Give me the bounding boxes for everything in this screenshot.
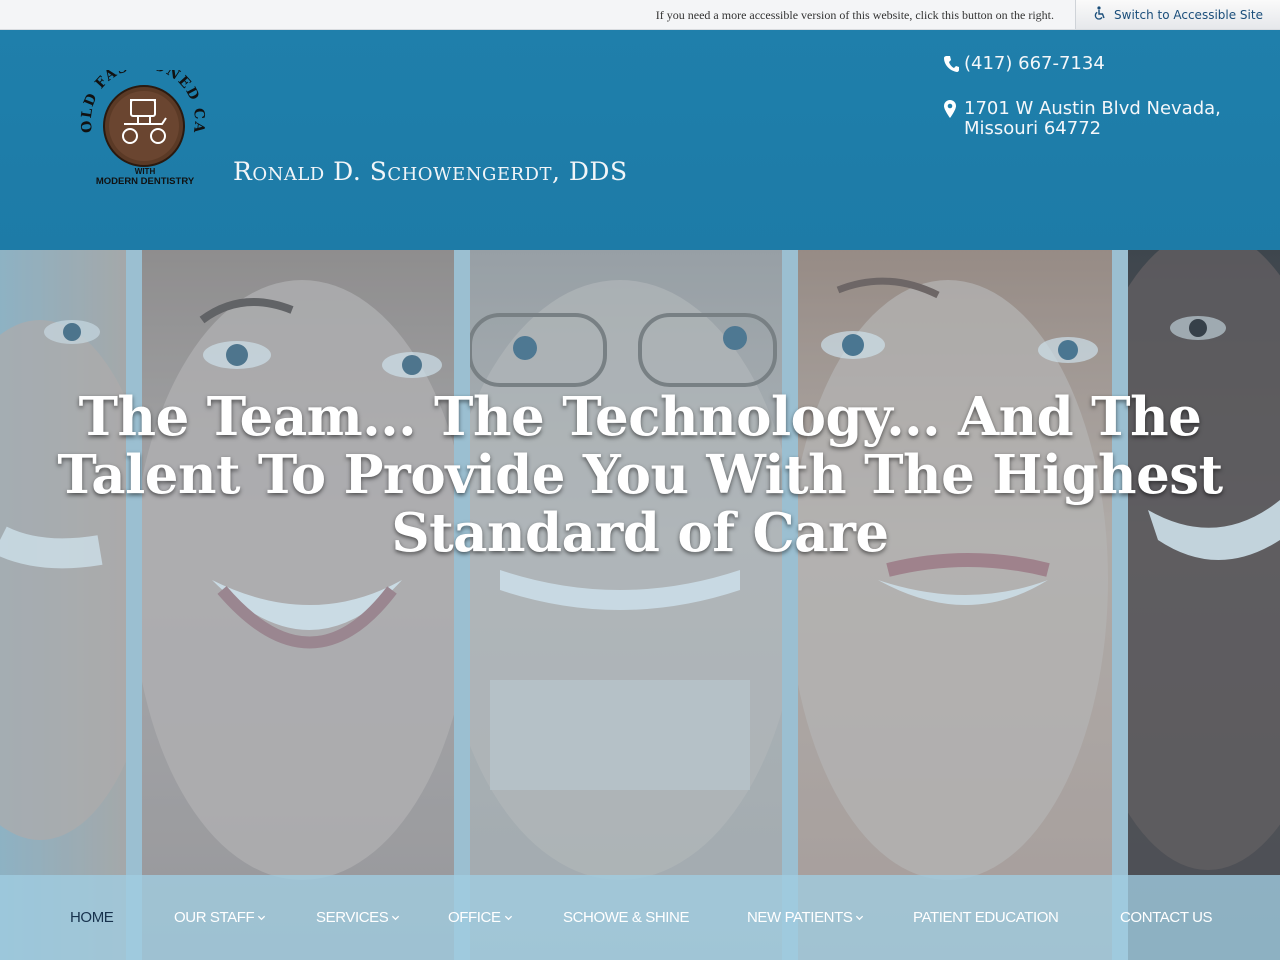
nav-item-schowe-shine[interactable]: SCHOWE & SHINE xyxy=(563,909,689,926)
switch-accessible-site-label: Switch to Accessible Site xyxy=(1114,7,1263,22)
nav-item-label: CONTACT US xyxy=(1120,909,1213,926)
nav-item-services[interactable]: SERVICES xyxy=(316,909,400,926)
chevron-down-icon xyxy=(856,915,864,921)
phone-number[interactable]: (417) 667-7134 xyxy=(964,54,1105,74)
nav-item-office[interactable]: OFFICE xyxy=(448,909,513,926)
phone-row[interactable]: (417) 667-7134 xyxy=(944,54,1244,77)
switch-accessible-site-button[interactable]: Switch to Accessible Site xyxy=(1075,0,1280,29)
main-navigation: HOME OUR STAFF SERVICES OFFICE SCHOWE & … xyxy=(0,875,1280,960)
map-marker-icon xyxy=(944,99,960,123)
hero-tint-overlay xyxy=(0,250,1280,960)
nav-item-label: NEW PATIENTS xyxy=(747,909,853,926)
nav-item-our-staff[interactable]: OUR STAFF xyxy=(174,909,266,926)
practice-name[interactable]: Ronald D. Schowengerdt, DDS xyxy=(233,157,628,186)
wheelchair-icon xyxy=(1093,6,1106,23)
nav-item-new-patients[interactable]: NEW PATIENTS xyxy=(747,909,864,926)
nav-item-label: OFFICE xyxy=(448,909,501,926)
nav-item-label: SCHOWE & SHINE xyxy=(563,909,690,926)
hero-banner: The Team... The Technology... And The Ta… xyxy=(0,250,1280,960)
nav-item-label: OUR STAFF xyxy=(174,909,255,926)
chevron-down-icon xyxy=(504,915,512,921)
chevron-down-icon xyxy=(258,915,266,921)
hero-headline: The Team... The Technology... And The Ta… xyxy=(57,386,1223,564)
practice-logo[interactable]: OLD FASHIONED CARING WITH MODERN DENTIST… xyxy=(67,56,216,187)
nav-item-home[interactable]: HOME xyxy=(70,909,114,926)
nav-item-contact-us[interactable]: CONTACT US xyxy=(1120,909,1213,926)
contact-info: (417) 667-7134 1701 W Austin Blvd Nevada… xyxy=(944,54,1244,139)
logo-line-with: WITH xyxy=(135,167,156,176)
phone-icon xyxy=(944,54,960,77)
nav-item-label: PATIENT EDUCATION xyxy=(913,909,1059,926)
nav-item-label: SERVICES xyxy=(316,909,389,926)
address-row[interactable]: 1701 W Austin Blvd Nevada, Missouri 6477… xyxy=(944,99,1244,139)
address[interactable]: 1701 W Austin Blvd Nevada, Missouri 6477… xyxy=(964,99,1244,139)
accessibility-bar: If you need a more accessible version of… xyxy=(0,0,1280,30)
chevron-down-icon xyxy=(392,915,400,921)
nav-item-patient-education[interactable]: PATIENT EDUCATION xyxy=(913,909,1059,926)
accessibility-note: If you need a more accessible version of… xyxy=(655,8,1054,22)
nav-item-label: HOME xyxy=(70,909,114,926)
site-header: OLD FASHIONED CARING WITH MODERN DENTIST… xyxy=(0,30,1280,250)
logo-line-modern-dentistry: MODERN DENTISTRY xyxy=(96,176,195,186)
